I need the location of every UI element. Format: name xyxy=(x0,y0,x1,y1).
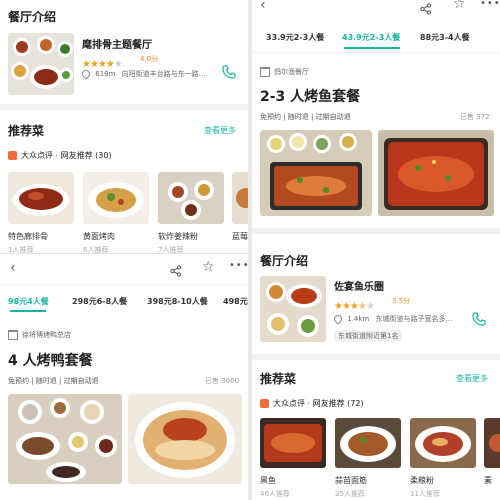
store-icon xyxy=(8,330,18,340)
ranking-tag[interactable]: 东城街道附近第1名 xyxy=(334,330,403,342)
more-icon[interactable]: ••• xyxy=(229,260,248,271)
package-tags: 免预约 | 随时退 | 过期自动退 xyxy=(260,113,351,121)
location-row: 1.4km 东城街道与路子宽名多… xyxy=(332,313,453,325)
restaurant-panel-top-left: 餐厅介绍 麾排骨主题餐厅 ★★★★★ 4.0分 619m 向阳街道丰台路与东一路… xyxy=(0,0,248,258)
dish-image[interactable] xyxy=(232,172,248,224)
dish-name: 柔粮粉 xyxy=(410,476,434,485)
dish-name: 素 xyxy=(484,476,492,485)
address: 东城街道与路子宽名多… xyxy=(375,315,453,323)
restaurant-photo[interactable] xyxy=(8,33,74,95)
dish-image[interactable] xyxy=(83,172,149,224)
tab-package[interactable]: 43.9元2-3人餐 xyxy=(342,32,400,43)
back-icon[interactable]: ‹ xyxy=(10,260,16,276)
sold-count: 已售 3060 xyxy=(205,377,240,385)
package-tags: 免预约 | 随时退 | 过期自动退 xyxy=(8,377,99,385)
dish-image[interactable] xyxy=(158,172,224,224)
package-photo[interactable] xyxy=(260,130,372,216)
recommend-title: 推荐菜 xyxy=(8,124,45,138)
dish-image[interactable] xyxy=(8,172,74,224)
location-row: 619m 向阳街道丰台路与东一路… xyxy=(80,68,206,80)
sold-count: 已售 372 xyxy=(460,113,490,121)
store-row: 徐将博烤鸭总店 xyxy=(8,330,71,340)
dish-image[interactable] xyxy=(410,418,476,468)
favorite-star-icon[interactable]: ☆ xyxy=(453,0,466,12)
tab-package[interactable]: 298元6-8人餐 xyxy=(72,296,127,307)
location-pin-icon xyxy=(332,313,344,325)
source-row: 大众点评 · 网友推荐 (30) xyxy=(8,150,112,161)
package-panel-right: ‹ ☆ ••• 33.9元2-3人餐 43.9元2-3人餐 88元3-4人餐 鸽… xyxy=(252,0,500,500)
tab-package[interactable]: 98元4人餐 xyxy=(8,296,49,307)
rating-text: 4.0分 xyxy=(140,55,159,63)
phone-icon[interactable] xyxy=(222,65,236,79)
source-label: 大众点评 · 网友推荐 (30) xyxy=(21,151,112,160)
package-title: 4 人烤鸭套餐 xyxy=(8,353,93,369)
rating-stars: ★★★★★ 3.5分 xyxy=(334,297,411,312)
dish-name: 软炸姜辣粉 xyxy=(158,232,198,241)
tab-package[interactable]: 33.9元2-3人餐 xyxy=(266,32,324,43)
more-icon[interactable]: ••• xyxy=(480,0,500,9)
divider xyxy=(252,228,500,234)
recommend-title: 推荐菜 xyxy=(260,372,297,386)
dish-name: 特色廊排骨 xyxy=(8,232,48,241)
section-title: 餐厅介绍 xyxy=(260,254,309,268)
dish-likes: 46人推荐 xyxy=(260,490,290,498)
package-photo[interactable] xyxy=(128,394,242,484)
dish-name: 蒜苗面筋 xyxy=(335,476,367,485)
tab-package[interactable]: 88元3-4人餐 xyxy=(420,32,470,43)
package-photo[interactable] xyxy=(8,394,122,484)
dish-likes: 25人推荐 xyxy=(335,490,365,498)
dish-name: 黄面烤肉 xyxy=(83,232,115,241)
dish-name: 蓝莓 xyxy=(232,232,248,241)
active-tab-indicator xyxy=(10,310,46,312)
store-name[interactable]: 鸽尔渔餐厅 xyxy=(274,68,309,76)
dish-name: 黑鱼 xyxy=(260,476,276,485)
dish-image[interactable] xyxy=(260,418,326,468)
distance: 619m xyxy=(95,70,116,78)
share-icon[interactable] xyxy=(420,0,432,19)
active-tab-indicator xyxy=(344,47,400,49)
dish-image[interactable] xyxy=(335,418,401,468)
store-name[interactable]: 徐将博烤鸭总店 xyxy=(22,331,71,339)
dish-image[interactable] xyxy=(484,418,500,468)
location-pin-icon xyxy=(80,68,92,80)
section-title: 餐厅介绍 xyxy=(8,10,57,24)
dianping-icon xyxy=(8,151,17,160)
rating-text: 3.5分 xyxy=(392,297,411,305)
divider xyxy=(252,52,500,53)
source-label: 大众点评 · 网友推荐 (72) xyxy=(273,399,364,408)
divider xyxy=(0,104,248,110)
restaurant-name[interactable]: 佐宴鱼乐圈 xyxy=(334,278,384,293)
package-panel-bottom-left: ‹ ☆ ••• 98元4人餐 298元6-8人餐 398元8-10人餐 498元… xyxy=(0,254,248,500)
distance: 1.4km xyxy=(347,315,370,323)
address: 向阳街道丰台路与东一路… xyxy=(121,70,206,78)
package-title: 2-3 人烤鱼套餐 xyxy=(260,89,361,105)
view-more-link[interactable]: 查看更多 xyxy=(456,373,488,384)
restaurant-photo[interactable] xyxy=(260,276,326,342)
divider xyxy=(252,354,500,360)
phone-icon[interactable] xyxy=(472,312,486,326)
divider xyxy=(0,284,248,285)
back-icon[interactable]: ‹ xyxy=(260,0,266,13)
source-row: 大众点评 · 网友推荐 (72) xyxy=(260,398,364,409)
tab-package[interactable]: 498元1 xyxy=(223,296,248,307)
dish-likes: 11人推荐 xyxy=(410,490,440,498)
view-more-link[interactable]: 查看更多 xyxy=(204,125,236,136)
share-icon[interactable] xyxy=(170,262,182,281)
store-icon xyxy=(260,67,270,77)
restaurant-name[interactable]: 麾排骨主题餐厅 xyxy=(82,36,152,51)
package-photo[interactable] xyxy=(378,130,494,216)
tab-package[interactable]: 398元8-10人餐 xyxy=(147,296,208,307)
dianping-icon xyxy=(260,399,269,408)
favorite-star-icon[interactable]: ☆ xyxy=(202,259,215,275)
store-row: 鸽尔渔餐厅 xyxy=(260,67,309,77)
